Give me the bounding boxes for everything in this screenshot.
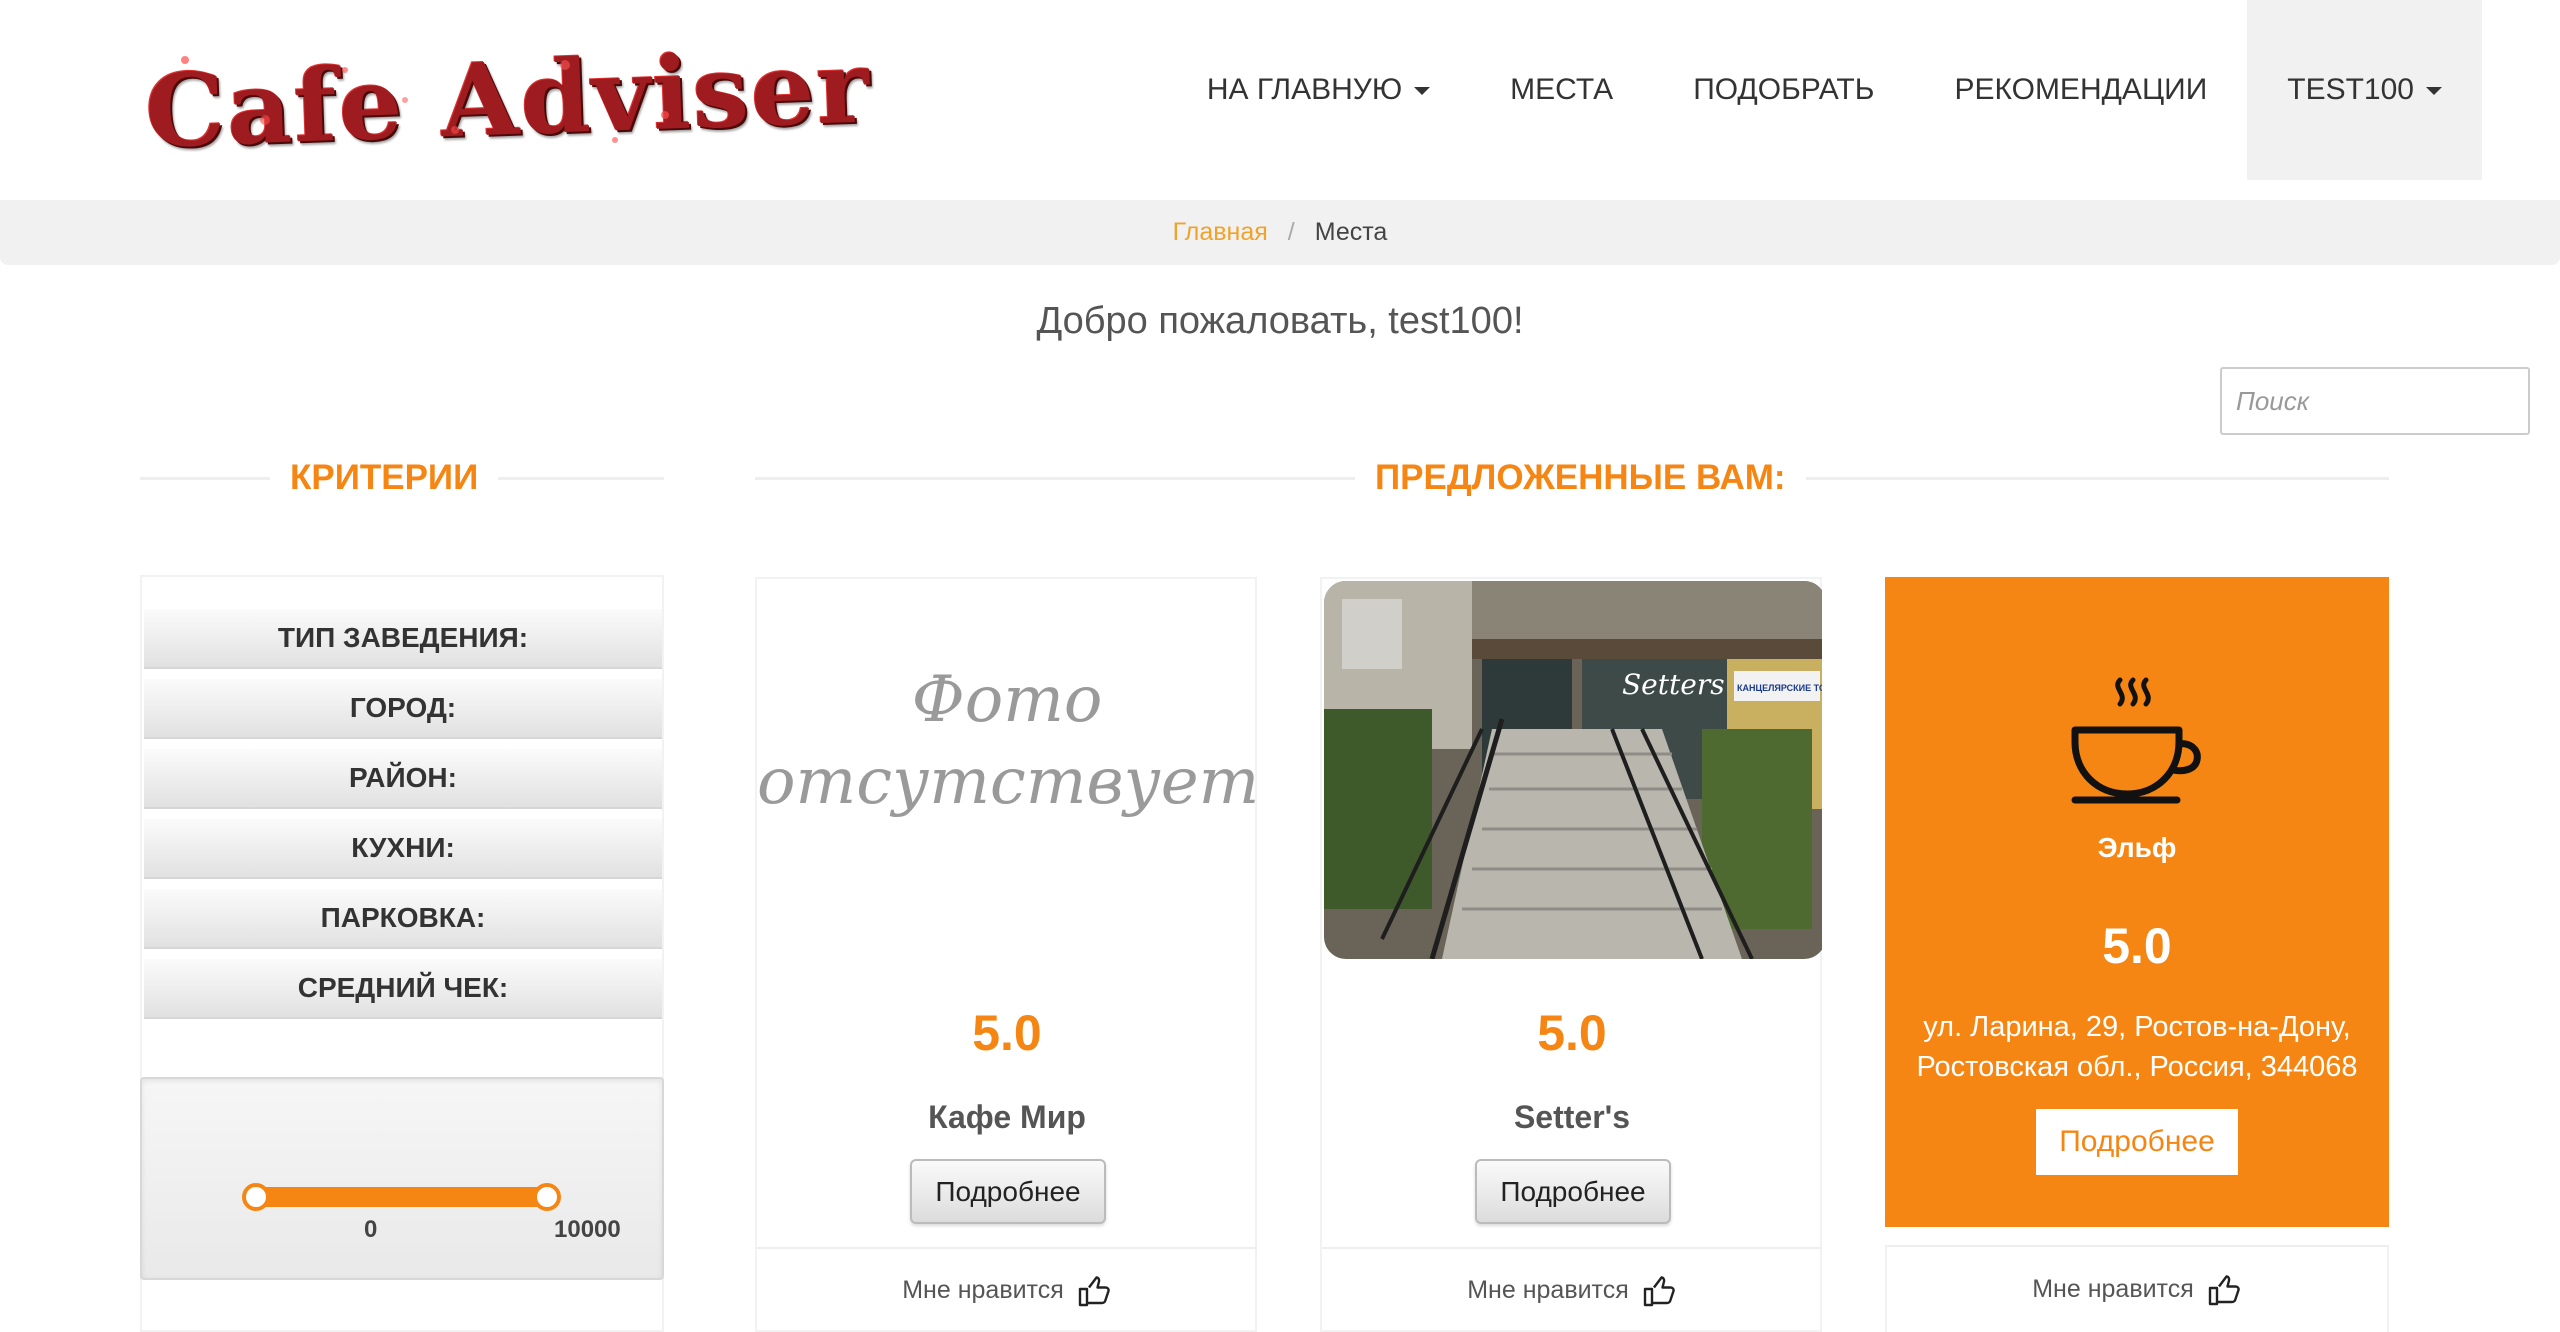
like-label: Мне нравится xyxy=(1467,1276,1629,1304)
like-label: Мне нравится xyxy=(902,1276,1064,1304)
suggested-title: ПРЕДЛОЖЕННЫЕ ВАМ: xyxy=(1375,458,1786,497)
breadcrumb-home-link[interactable]: Главная xyxy=(1173,218,1268,247)
place-name: Эльф xyxy=(2097,832,2177,863)
criteria-label: ГОРОД: xyxy=(349,692,457,723)
like-button[interactable]: Мне нравится xyxy=(757,1247,1257,1332)
breadcrumb-separator: / xyxy=(1287,218,1295,246)
criteria-heading: КРИТЕРИИ xyxy=(140,453,664,503)
coffee-cup-icon xyxy=(2071,677,2201,804)
nav-recommendations-label: РЕКОМЕНДАЦИИ xyxy=(1954,73,2208,106)
criteria-title: КРИТЕРИИ xyxy=(290,458,479,497)
thumbs-up-icon xyxy=(1643,1275,1675,1306)
criteria-venue-type[interactable]: ТИП ЗАВЕДЕНИЯ: xyxy=(144,609,662,669)
photo-sign-setters: Setters xyxy=(1622,668,1725,701)
site-header: Cafe Adviser НА ГЛАВНУЮ МЕСТА ПОДОБРАТЬ … xyxy=(0,0,2560,200)
no-photo-placeholder: Фото отсутствует xyxy=(757,663,1260,819)
place-card-highlighted: Эльф 5.0 ул. Ларина, 29, Ростов-на-Дону,… xyxy=(1885,577,2389,1227)
place-card: Фото отсутствует 5.0 Кафе Мир Подробнее … xyxy=(755,577,1260,1332)
nav-home-label: НА ГЛАВНУЮ xyxy=(1206,73,1403,106)
logo[interactable]: Cafe Adviser xyxy=(143,27,873,170)
nav-pick-label: ПОДОБРАТЬ xyxy=(1693,73,1875,106)
welcome-message: Добро пожаловать, test100! xyxy=(1036,300,1524,342)
details-button[interactable]: Подробнее xyxy=(2036,1109,2238,1175)
breadcrumb: Главная / Места xyxy=(0,200,2560,265)
main-nav: НА ГЛАВНУЮ МЕСТА ПОДОБРАТЬ РЕКОМЕНДАЦИИ … xyxy=(1167,0,2482,180)
place-address: ул. Ларина, 29, Ростов-на-Дону, Ростовск… xyxy=(1916,1011,2358,1083)
like-button[interactable]: Мне нравится xyxy=(1322,1247,1822,1332)
thumbs-up-icon xyxy=(1078,1275,1110,1306)
criteria-city[interactable]: ГОРОД: xyxy=(144,679,662,739)
heading-rule xyxy=(498,476,664,480)
slider-min-label: 0 xyxy=(364,1216,378,1243)
place-name: Setter's xyxy=(1513,1099,1631,1135)
place-name: Кафе Мир xyxy=(928,1099,1086,1135)
slider-min-handle[interactable] xyxy=(242,1183,270,1211)
criteria-parking[interactable]: ПАРКОВКА: xyxy=(144,889,662,949)
criteria-label: СРЕДНИЙ ЧЕК: xyxy=(297,972,509,1003)
chevron-down-icon xyxy=(2426,87,2442,95)
details-button[interactable]: Подробнее xyxy=(910,1159,1106,1224)
nav-user-label: TEST100 xyxy=(2287,73,2414,106)
details-button[interactable]: Подробнее xyxy=(1475,1159,1671,1224)
criteria-label: РАЙОН: xyxy=(349,762,457,793)
place-rating: 5.0 xyxy=(1537,1005,1607,1061)
criteria-district[interactable]: РАЙОН: xyxy=(144,749,662,809)
logo-text: Cafe Adviser xyxy=(143,27,873,171)
like-button[interactable]: Мне нравится xyxy=(1885,1245,2389,1332)
nav-user-menu[interactable]: TEST100 xyxy=(2247,0,2482,180)
like-label: Мне нравится xyxy=(2032,1275,2194,1303)
nav-pick[interactable]: ПОДОБРАТЬ xyxy=(1653,0,1914,180)
nav-recommendations[interactable]: РЕКОМЕНДАЦИИ xyxy=(1914,0,2247,180)
heading-rule xyxy=(140,476,270,480)
criteria-label: ПАРКОВКА: xyxy=(320,902,486,933)
thumbs-up-icon xyxy=(2208,1274,2240,1305)
criteria-label: ТИП ЗАВЕДЕНИЯ: xyxy=(277,622,529,653)
nav-places-label: МЕСТА xyxy=(1510,73,1614,106)
price-range-slider: 0 10000 xyxy=(140,1077,664,1280)
heading-rule xyxy=(755,476,1355,480)
photo-sign-stationery: КАНЦЕЛЯРСКИЕ ТОВАРЫ xyxy=(1737,683,1822,693)
nav-home[interactable]: НА ГЛАВНУЮ xyxy=(1167,0,1470,180)
heading-rule xyxy=(1805,476,2389,480)
slider-max-handle[interactable] xyxy=(533,1183,561,1211)
suggested-heading: ПРЕДЛОЖЕННЫЕ ВАМ: xyxy=(755,453,2389,503)
nav-places[interactable]: МЕСТА xyxy=(1470,0,1653,180)
criteria-average-check[interactable]: СРЕДНИЙ ЧЕК: xyxy=(144,959,662,1019)
place-rating: 5.0 xyxy=(2102,918,2172,974)
criteria-label: КУХНИ: xyxy=(351,832,455,863)
chevron-down-icon xyxy=(1414,87,1431,95)
slider-max-label: 10000 xyxy=(554,1216,621,1243)
place-photo[interactable]: Setters КАНЦЕЛЯРСКИЕ ТОВАРЫ xyxy=(1322,579,1822,959)
search-input[interactable] xyxy=(2220,367,2530,435)
place-rating: 5.0 xyxy=(972,1005,1042,1061)
place-card: Setters КАНЦЕЛЯРСКИЕ ТОВАРЫ 5.0 Setter's… xyxy=(1320,577,1822,1332)
slider-track[interactable] xyxy=(252,1187,547,1207)
criteria-cuisine[interactable]: КУХНИ: xyxy=(144,819,662,879)
breadcrumb-current: Места xyxy=(1314,218,1388,246)
